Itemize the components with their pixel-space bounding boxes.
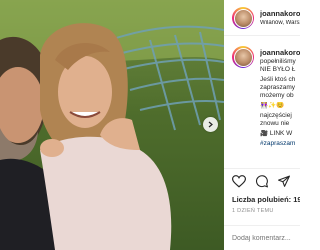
caption-line: 👭✨😊: [260, 102, 285, 109]
post-photo-scene: [0, 0, 224, 250]
post-caption: joannakoroniewska popełniliśmy NIE BYŁO …: [224, 36, 300, 166]
likes-label: Liczba polubień:: [232, 195, 292, 204]
caption-line: NIE BYŁO Ł: [260, 66, 296, 73]
hashtag-link[interactable]: #zapraszam: [260, 140, 300, 148]
chevron-right-icon: [208, 121, 213, 128]
header-username[interactable]: joannakoroniewska: [260, 9, 300, 18]
caption-line[interactable]: 🎥 LINK W: [260, 130, 300, 138]
post-timestamp[interactable]: 1 DZIEŃ TEMU: [232, 208, 274, 214]
caption-line: znowu nie: [260, 120, 290, 127]
caption-line: możemy ob: [260, 92, 294, 99]
post-header: joannakoroniewska Wilanów, Warszawa: [224, 0, 300, 36]
caption-line: Jeśli ktoś ch: [260, 76, 296, 83]
post-actions: Liczba polubień: 19 1 DZIEŃ TEMU: [224, 168, 300, 248]
likes-count[interactable]: Liczba polubień: 19: [232, 195, 300, 204]
caption-avatar[interactable]: [232, 46, 254, 68]
post-sidebar: joannakoroniewska Wilanów, Warszawa joan…: [224, 0, 300, 250]
post-photo[interactable]: [0, 0, 224, 250]
share-icon[interactable]: [277, 175, 291, 188]
likes-number: 19: [293, 195, 300, 204]
next-photo-button[interactable]: [203, 117, 218, 132]
avatar[interactable]: [232, 7, 254, 29]
caption-line: zapraszamy: [260, 84, 296, 91]
caption-line: popełniliśmy: [260, 58, 296, 65]
comment-input[interactable]: [232, 231, 300, 245]
caption-username[interactable]: joannakoroniewska: [260, 48, 300, 57]
comment-icon[interactable]: [255, 175, 269, 188]
comment-box: [224, 225, 300, 249]
caption-line: najczęściej: [260, 112, 292, 119]
location-link[interactable]: Wilanów, Warszawa: [260, 20, 300, 26]
heart-icon[interactable]: [232, 175, 246, 188]
